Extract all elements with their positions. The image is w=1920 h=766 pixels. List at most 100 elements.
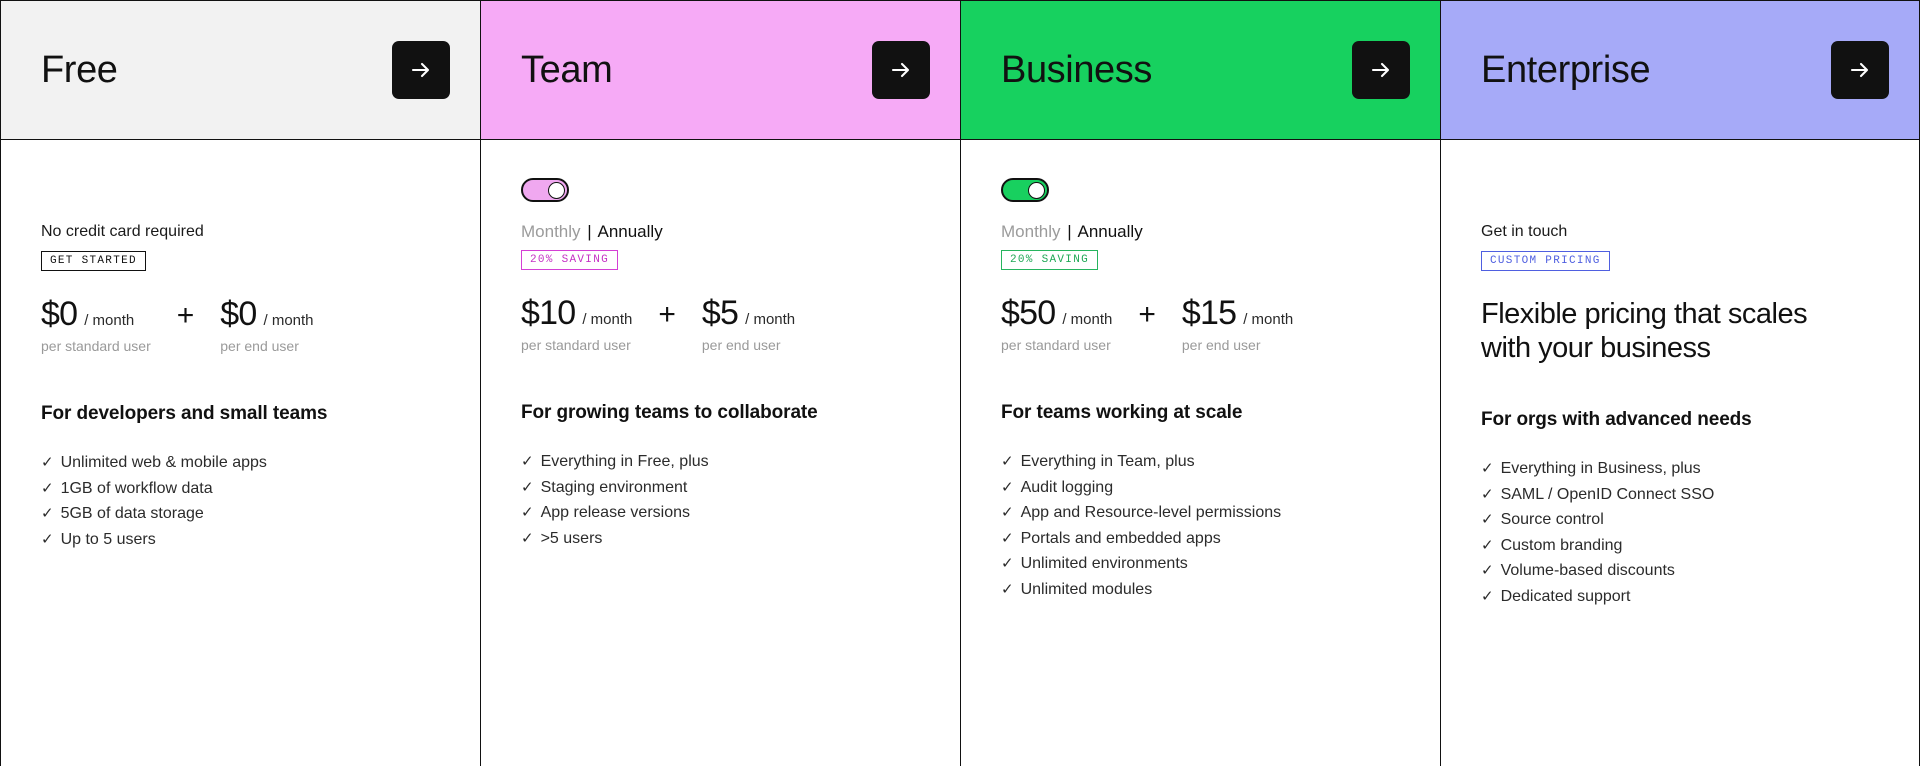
price-unit: $0 / month per end user — [220, 295, 313, 353]
feature-label: SAML / OpenID Connect SSO — [1500, 485, 1715, 503]
arrow-right-icon — [889, 58, 913, 82]
price-period: / month — [1243, 311, 1294, 328]
feature-label: Dedicated support — [1500, 587, 1631, 605]
feature-item: ✓ Volume-based discounts — [1481, 558, 1879, 584]
billing-monthly-label[interactable]: Monthly — [521, 222, 581, 241]
price-plus-sign: + — [176, 299, 195, 332]
feature-label: App release versions — [540, 504, 690, 521]
check-icon: ✓ — [1001, 529, 1014, 547]
plan-column-business: Business Monthly | Annually 20% SAVING $50 /… — [960, 0, 1440, 766]
feature-item: ✓ Dedicated support — [1481, 584, 1879, 610]
plan-tag-badge[interactable]: GET STARTED — [41, 251, 146, 271]
price-period: / month — [745, 311, 796, 328]
price-sublabel: per end user — [1181, 336, 1261, 353]
check-icon: ✓ — [521, 453, 534, 470]
plan-header-team: Team — [481, 1, 960, 140]
plan-cta-button[interactable] — [872, 41, 930, 99]
plan-name: Enterprise — [1481, 49, 1651, 91]
pricing-plans-grid: Free No credit card required GET STARTED $0… — [0, 0, 1920, 766]
plan-header-free: Free — [1, 1, 480, 140]
billing-toggle-wrapper — [521, 178, 920, 218]
plan-tag-row: CUSTOM PRICING — [1481, 250, 1879, 271]
toggle-placeholder — [1481, 178, 1879, 218]
plan-cta-button[interactable] — [392, 41, 450, 99]
arrow-right-icon — [1369, 58, 1393, 82]
feature-item: ✓ Unlimited environments — [1001, 551, 1400, 577]
plan-column-enterprise: Enterprise Get in touch CUSTOM PRICING Flex… — [1440, 0, 1920, 766]
check-icon: ✓ — [1481, 536, 1494, 554]
plan-name: Team — [521, 49, 613, 91]
plan-header-enterprise: Enterprise — [1441, 1, 1919, 140]
feature-label: Everything in Business, plus — [1500, 460, 1701, 478]
feature-label: Everything in Team, plus — [1020, 453, 1195, 470]
price-amount: $0 — [41, 295, 78, 333]
plan-tag-badge[interactable]: 20% SAVING — [521, 250, 619, 270]
check-icon: ✓ — [41, 479, 54, 497]
price-block: $0 / month per standard user + $0 / month per … — [41, 295, 440, 359]
price-unit: $5 / month per end user — [702, 295, 796, 352]
billing-separator: | — [1067, 222, 1072, 241]
plan-body: Get in touch CUSTOM PRICING Flexible prici… — [1441, 140, 1919, 766]
billing-period-toggle[interactable] — [521, 178, 569, 202]
arrow-right-icon — [1848, 58, 1872, 82]
plan-tag-badge[interactable]: CUSTOM PRICING — [1481, 251, 1610, 271]
price-top: $50 / month — [1001, 294, 1112, 332]
price-sublabel: per standard user — [41, 337, 151, 354]
plan-column-team: Team Monthly | Annually 20% SAVING $10 / mon… — [480, 0, 960, 766]
feature-item: ✓ Everything in Business, plus — [1481, 456, 1879, 482]
plan-name: Free — [41, 49, 118, 91]
check-icon: ✓ — [1001, 555, 1014, 572]
plan-tag-row: 20% SAVING — [1001, 249, 1400, 270]
plan-tagline: For teams working at scale — [1001, 402, 1243, 423]
check-icon: ✓ — [41, 505, 54, 522]
feature-item: ✓ >5 users — [521, 526, 920, 552]
feature-item: ✓ Everything in Free, plus — [521, 449, 920, 475]
feature-label: Custom branding — [1500, 536, 1623, 554]
plan-tag-row: GET STARTED — [41, 250, 440, 271]
check-icon: ✓ — [1481, 562, 1494, 580]
feature-label: Unlimited modules — [1020, 580, 1153, 598]
check-icon: ✓ — [1481, 460, 1494, 478]
feature-label: App and Resource-level permissions — [1020, 504, 1282, 521]
billing-annually-label[interactable]: Annually — [597, 222, 662, 241]
price-unit: $10 / month per standard user — [521, 294, 632, 352]
price-amount: $0 — [220, 295, 257, 333]
feature-list: ✓ Unlimited web & mobile apps ✓ 1GB of work… — [41, 450, 440, 552]
feature-item: ✓ App and Resource-level permissions — [1001, 500, 1400, 526]
feature-label: Audit logging — [1020, 478, 1114, 496]
plan-body: No credit card required GET STARTED $0 / mo… — [1, 140, 480, 766]
price-top: $0 / month — [220, 295, 313, 333]
feature-item: ✓ Staging environment — [521, 475, 920, 501]
feature-item: ✓ 5GB of data storage — [41, 501, 440, 527]
plan-cta-button[interactable] — [1352, 41, 1410, 99]
feature-label: Portals and embedded apps — [1020, 529, 1221, 547]
check-icon: ✓ — [41, 454, 54, 471]
billing-monthly-label[interactable]: Monthly — [1001, 222, 1061, 241]
billing-annually-label[interactable]: Annually — [1077, 222, 1142, 241]
plan-tag-badge[interactable]: 20% SAVING — [1001, 250, 1099, 270]
price-block: $10 / month per standard user + $5 / month per… — [521, 294, 920, 358]
feature-label: Unlimited environments — [1020, 555, 1188, 572]
billing-period-toggle[interactable] — [1001, 178, 1049, 202]
plan-tagline: For developers and small teams — [41, 403, 328, 424]
feature-list: ✓ Everything in Business, plus ✓ SAML / Ope… — [1481, 456, 1879, 609]
plan-column-free: Free No credit card required GET STARTED $0… — [0, 0, 480, 766]
check-icon: ✓ — [41, 530, 54, 548]
plan-tagline: For growing teams to collaborate — [521, 402, 818, 423]
price-unit: $0 / month per standard user — [41, 295, 151, 354]
billing-separator: | — [587, 222, 592, 241]
billing-labels: Monthly | Annually — [521, 222, 920, 242]
plan-note: No credit card required — [41, 223, 204, 240]
price-plus-sign: + — [1138, 298, 1156, 331]
feature-item: ✓ Audit logging — [1001, 475, 1400, 501]
check-icon: ✓ — [1001, 453, 1014, 470]
price-amount: $50 — [1001, 294, 1056, 332]
feature-label: Everything in Free, plus — [540, 453, 709, 470]
plan-cta-button[interactable] — [1831, 41, 1889, 99]
price-amount: $10 — [521, 294, 576, 332]
arrow-right-icon — [409, 58, 433, 82]
